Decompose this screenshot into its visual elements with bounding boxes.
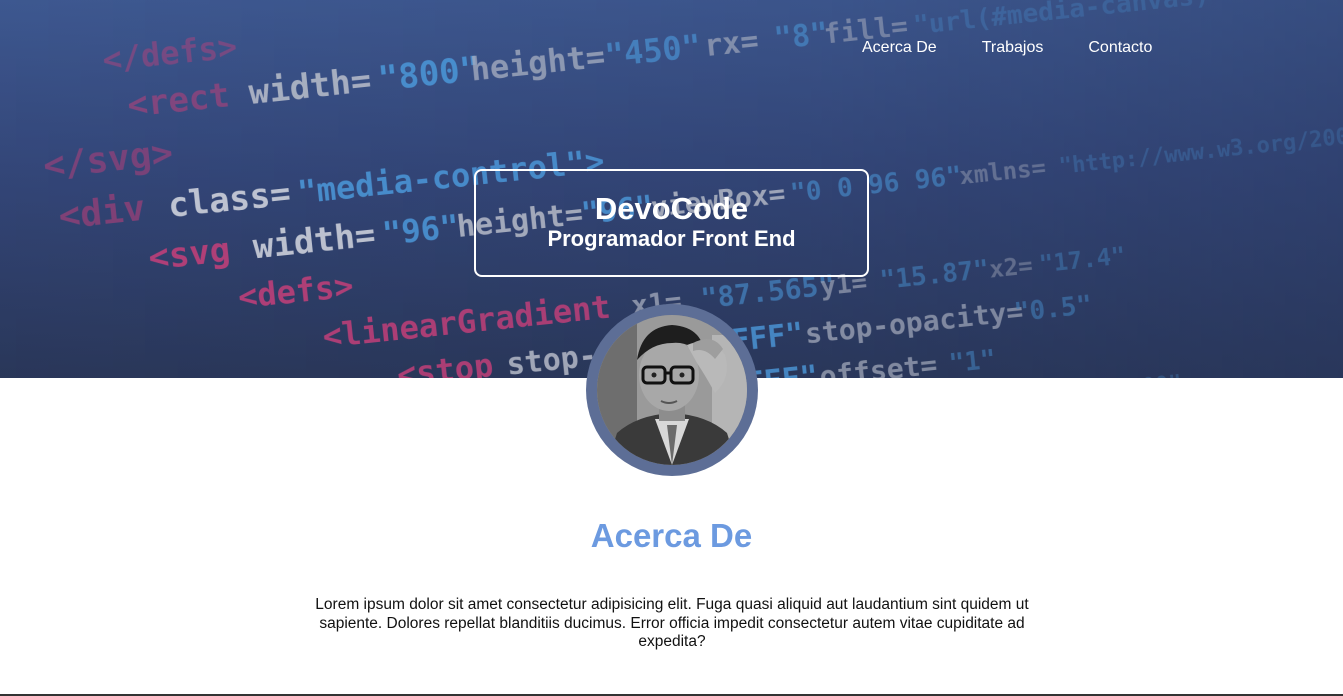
about-heading: Acerca De	[590, 517, 753, 554]
hero-title-box: DevoCode Programador Front End	[474, 169, 869, 277]
profile-avatar	[597, 315, 747, 465]
site-brand-title: DevoCode	[594, 191, 749, 226]
profile-photo-icon	[597, 315, 747, 465]
about-paragraph: Lorem ipsum dolor sit amet consectetur a…	[315, 596, 1029, 650]
nav-link-contacto[interactable]: Contacto	[1088, 38, 1152, 58]
top-navigation: Acerca De Trabajos Contacto	[862, 38, 1152, 58]
nav-link-trabajos[interactable]: Trabajos	[982, 38, 1044, 58]
site-subtitle: Programador Front End	[547, 226, 796, 251]
nav-link-acerca-de[interactable]: Acerca De	[862, 38, 937, 58]
